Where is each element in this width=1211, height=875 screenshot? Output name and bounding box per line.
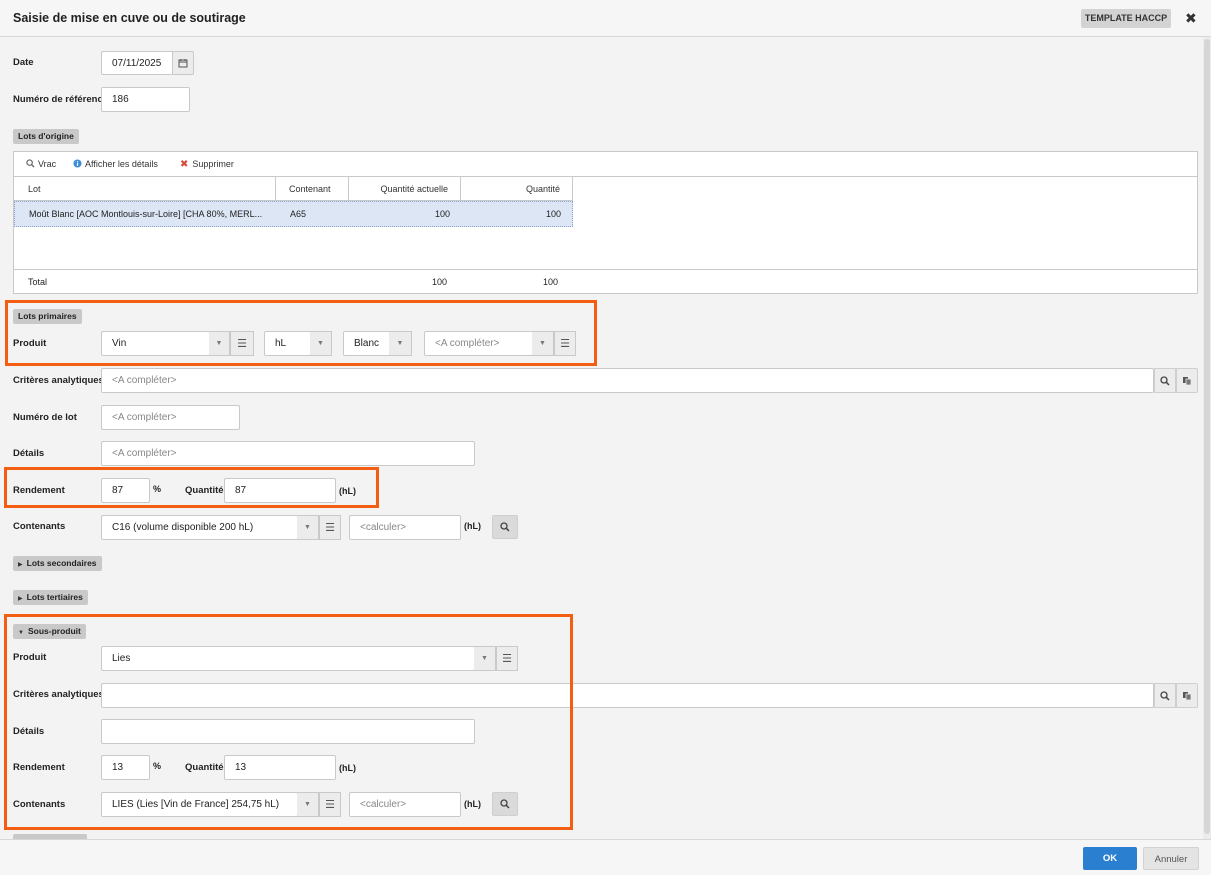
list-icon[interactable]: ☰ [319, 515, 341, 540]
supprimer-button[interactable]: ✖ Supprimer [180, 159, 234, 170]
date-input[interactable]: 07/11/2025 [101, 51, 173, 75]
numero-lot-label: Numéro de lot [13, 412, 77, 423]
table-row[interactable]: Moût Blanc [AOC Montlouis-sur-Loire] [CH… [14, 201, 573, 227]
total-quantite-actuelle: 100 [431, 277, 447, 287]
calendar-icon[interactable] [172, 51, 194, 75]
contenant-select[interactable]: C16 (volume disponible 200 hL) [101, 515, 298, 540]
afficher-details-button[interactable]: Afficher les détails [73, 159, 158, 169]
column-header-contenant[interactable]: Contenant [276, 177, 349, 201]
copy-icon[interactable] [1176, 368, 1198, 393]
lots-origine-section: Lots d'origine [13, 129, 79, 144]
lots-tertiaires-label: Lots tertiaires [26, 592, 83, 602]
grid-toolbar: Vrac Afficher les détails ✖ Supprimer [14, 152, 1197, 177]
dialog-titlebar: Saisie de mise en cuve ou de soutirage T… [0, 0, 1211, 37]
supprimer-label: Supprimer [192, 159, 234, 169]
dialog-footer: OK Annuler [0, 839, 1211, 875]
info-icon [73, 159, 82, 168]
vrac-label: Vrac [38, 159, 57, 169]
column-header-quantite-actuelle[interactable]: Quantité actuelle [349, 177, 461, 201]
date-label: Date [13, 57, 34, 68]
dialog-title: Saisie de mise en cuve ou de soutirage [13, 11, 246, 25]
afficher-details-label: Afficher les détails [85, 159, 158, 169]
delete-icon: ✖ [180, 159, 189, 170]
details-label: Détails [13, 448, 45, 459]
lots-secondaires-section[interactable]: ▶ Lots secondaires [13, 556, 102, 571]
copy-icon[interactable] [1176, 683, 1198, 708]
total-label: Total [28, 277, 48, 287]
expand-icon: ▶ [18, 562, 23, 568]
ok-button[interactable]: OK [1083, 847, 1137, 870]
search-icon[interactable] [1154, 683, 1176, 708]
vrac-button[interactable]: Vrac [26, 159, 56, 169]
total-quantite: 100 [542, 277, 558, 287]
contenants-label: Contenants [13, 521, 66, 532]
template-haccp-button[interactable]: TEMPLATE HACCP [1081, 9, 1171, 28]
cell-quantite-actuelle: 100 [434, 209, 450, 219]
criteres-label: Critères analytiques [13, 375, 104, 386]
close-icon[interactable]: ✖ [1185, 10, 1197, 27]
grid-total-row: Total 100 100 [14, 269, 1197, 294]
chevron-down-icon[interactable]: ▼ [297, 515, 319, 540]
search-icon [26, 159, 35, 168]
lots-secondaires-label: Lots secondaires [26, 558, 97, 568]
scrollbar[interactable] [1203, 37, 1211, 839]
cell-lot: Moût Blanc [AOC Montlouis-sur-Loire] [CH… [29, 209, 263, 219]
hl-unit: (hL) [464, 521, 481, 531]
lots-origine-grid: Vrac Afficher les détails ✖ Supprimer Lot… [13, 151, 1198, 294]
expand-icon: ▶ [18, 596, 23, 602]
cancel-button[interactable]: Annuler [1143, 847, 1199, 870]
details-input[interactable]: <A compléter> [101, 441, 475, 466]
cell-contenant: A65 [290, 209, 307, 219]
calc-input[interactable]: <calculer> [349, 515, 461, 540]
search-icon[interactable] [492, 515, 518, 539]
column-header-lot[interactable]: Lot [14, 177, 276, 201]
column-header-quantite[interactable]: Quantité [461, 177, 573, 201]
highlight-rendement [4, 467, 379, 508]
search-icon[interactable] [1154, 368, 1176, 393]
highlight-sous-produit [4, 614, 573, 830]
criteres-input[interactable]: <A compléter> [101, 368, 1154, 393]
scrollbar-thumb[interactable] [1204, 39, 1210, 834]
highlight-lots-primaires [5, 300, 597, 366]
cell-quantite: 100 [545, 209, 561, 219]
lots-tertiaires-section[interactable]: ▶ Lots tertiaires [13, 590, 88, 605]
numero-lot-input[interactable]: <A compléter> [101, 405, 240, 430]
reference-label: Numéro de référence [13, 94, 109, 105]
reference-input[interactable]: 186 [101, 87, 190, 112]
